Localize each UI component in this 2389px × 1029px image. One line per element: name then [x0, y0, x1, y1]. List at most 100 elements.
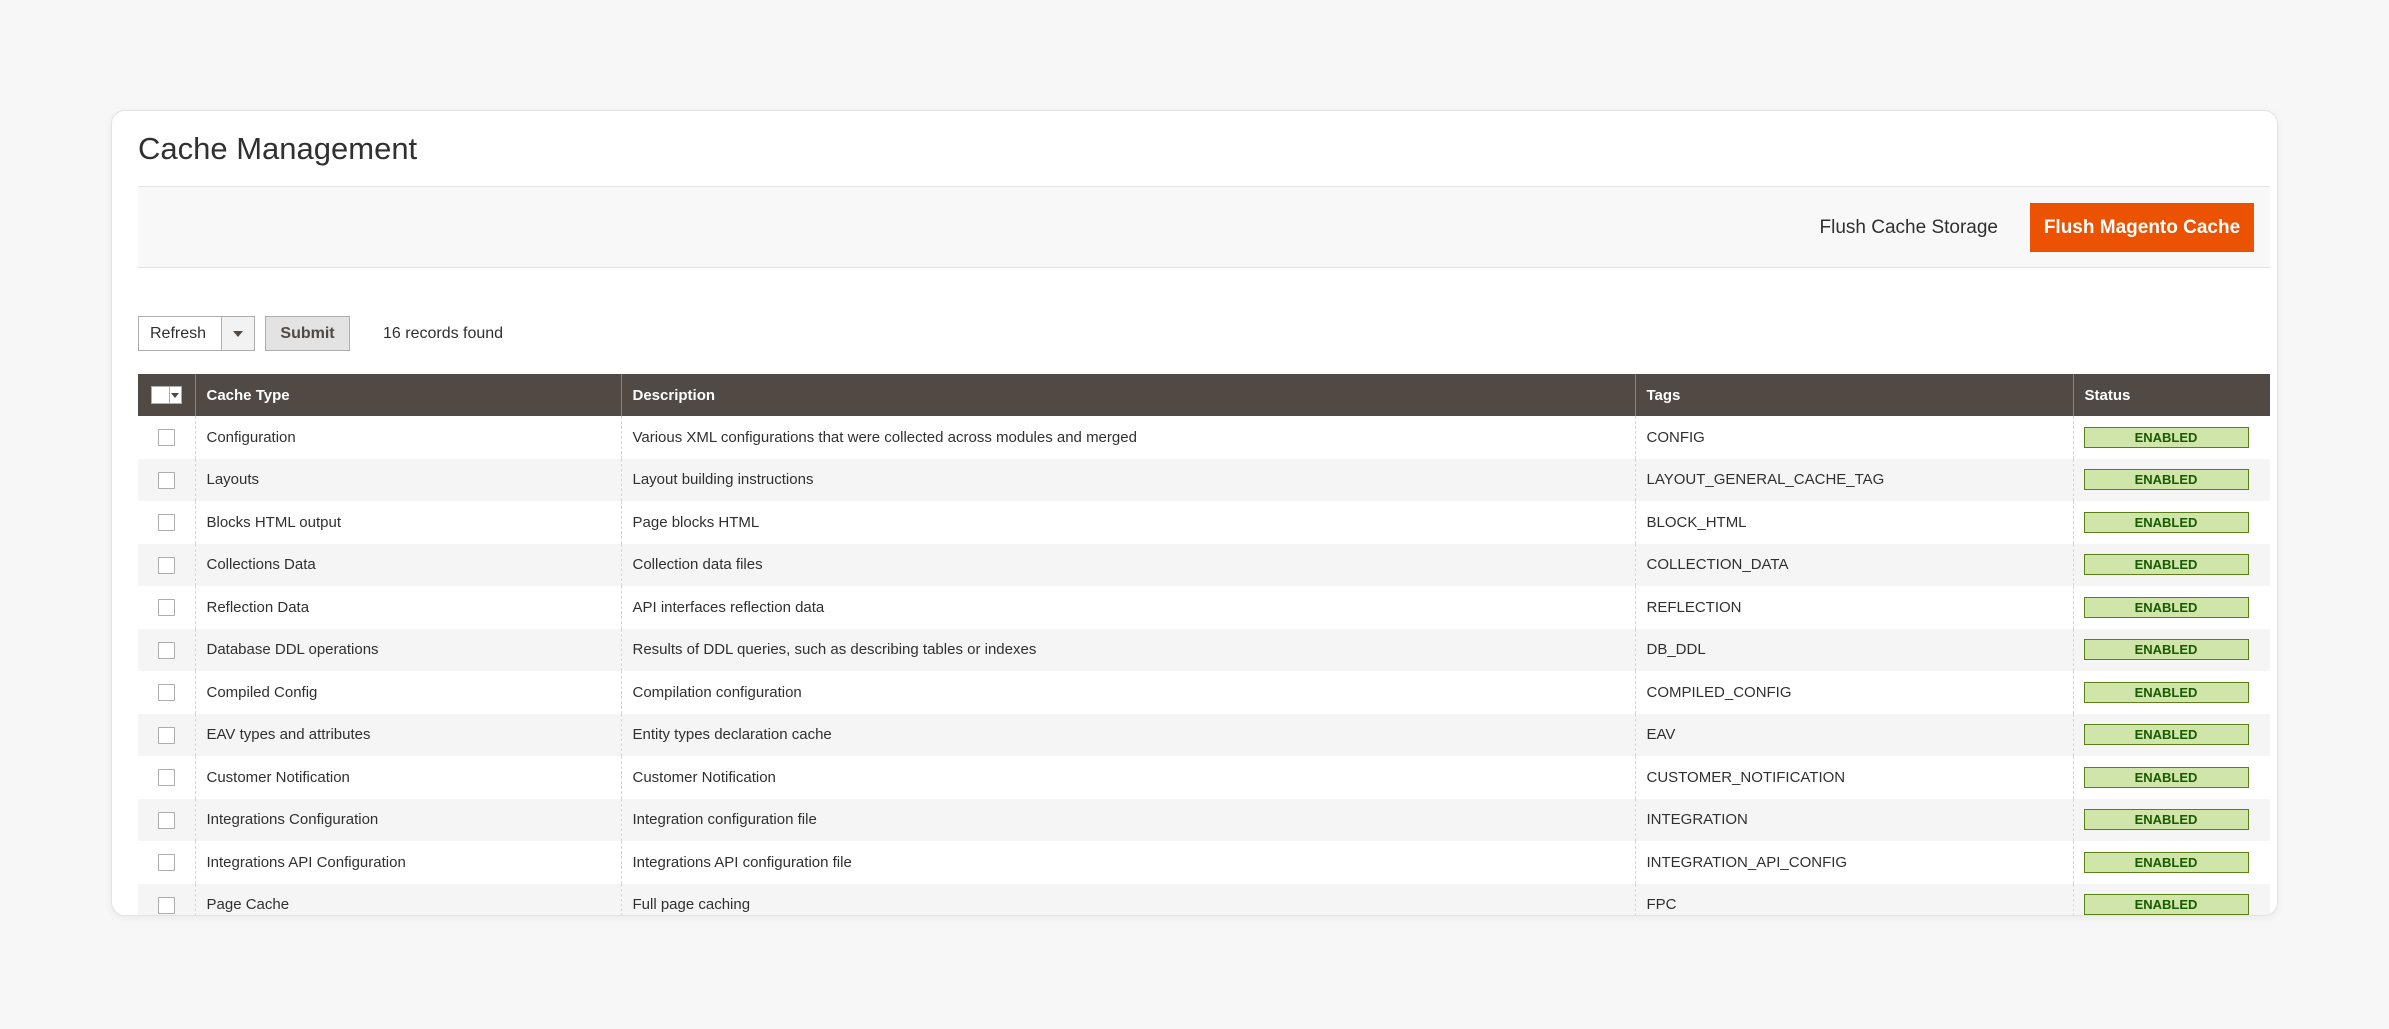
row-checkbox[interactable] — [157, 684, 175, 702]
table-row[interactable]: Reflection Data API interfaces reflection… — [138, 586, 2270, 629]
column-header-cache-type[interactable]: Cache Type — [194, 374, 621, 416]
table-row[interactable]: Layouts Layout building instructions LAYOU… — [138, 458, 2270, 501]
table-row[interactable]: Configuration Various XML configurations … — [138, 416, 2270, 459]
cell-tags: COMPILED_CONFIG — [1634, 671, 2073, 714]
mass-select-header — [138, 374, 195, 416]
table-row[interactable]: EAV types and attributes Entity types dec… — [138, 713, 2270, 756]
cell-tags: FPC — [1634, 883, 2073, 915]
cell-tags: REFLECTION — [1634, 586, 2073, 629]
column-header-tags[interactable]: Tags — [1634, 374, 2073, 416]
row-checkbox[interactable] — [157, 429, 175, 447]
cell-cache-type: Blocks HTML output — [194, 501, 621, 544]
row-checkbox[interactable] — [157, 514, 175, 532]
row-checkbox-cell — [138, 416, 195, 459]
cell-status: ENABLED — [2072, 586, 2270, 629]
row-checkbox-cell — [138, 713, 195, 756]
table-row[interactable]: Collections Data Collection data files COL… — [138, 543, 2270, 586]
row-checkbox[interactable] — [157, 641, 175, 659]
cell-tags: INTEGRATION — [1634, 798, 2073, 841]
cache-grid: Cache Type Description Tags Status Confi… — [138, 374, 2270, 915]
status-badge: ENABLED — [2083, 639, 2249, 661]
row-checkbox[interactable] — [157, 854, 175, 872]
chevron-down-icon[interactable] — [222, 317, 254, 350]
grid-body: Configuration Various XML configurations … — [138, 416, 2270, 915]
row-checkbox-cell — [138, 671, 195, 714]
status-badge: ENABLED — [2083, 766, 2249, 788]
grid-header: Cache Type Description Tags Status — [138, 374, 2270, 416]
cell-status: ENABLED — [2072, 543, 2270, 586]
cell-tags: COLLECTION_DATA — [1634, 543, 2073, 586]
row-checkbox-cell — [138, 798, 195, 841]
mass-select-dropdown[interactable] — [150, 386, 182, 405]
cell-description: Results of DDL queries, such as describi… — [620, 628, 1635, 671]
row-checkbox[interactable] — [157, 726, 175, 744]
cell-description: Integration configuration file — [620, 798, 1635, 841]
column-header-description[interactable]: Description — [620, 374, 1635, 416]
cell-description: Integrations API configuration file — [620, 841, 1635, 884]
cell-tags: DB_DDL — [1634, 628, 2073, 671]
status-badge: ENABLED — [2083, 681, 2249, 703]
row-checkbox-cell — [138, 458, 195, 501]
table-row[interactable]: Database DDL operations Results of DDL qu… — [138, 628, 2270, 671]
cell-status: ENABLED — [2072, 841, 2270, 884]
cell-cache-type: Page Cache — [194, 883, 621, 915]
records-found-count: 16 records found — [383, 325, 504, 342]
status-badge: ENABLED — [2083, 511, 2249, 533]
chevron-down-icon[interactable] — [168, 387, 181, 404]
row-checkbox[interactable] — [157, 556, 175, 574]
cell-description: Layout building instructions — [620, 458, 1635, 501]
table-row[interactable]: Blocks HTML output Page blocks HTML BLOCK_… — [138, 501, 2270, 544]
cell-cache-type: Reflection Data — [194, 586, 621, 629]
page-title: Cache Management — [138, 131, 418, 166]
cell-status: ENABLED — [2072, 501, 2270, 544]
cell-description: Entity types declaration cache — [620, 713, 1635, 756]
table-row[interactable]: Customer Notification Customer Notificati… — [138, 756, 2270, 799]
cell-tags: EAV — [1634, 713, 2073, 756]
mass-select-checkbox[interactable] — [151, 387, 169, 404]
table-row[interactable]: Page Cache Full page caching FPC ENABLED — [138, 883, 2270, 915]
row-checkbox[interactable] — [157, 896, 175, 914]
cell-cache-type: EAV types and attributes — [194, 713, 621, 756]
status-badge: ENABLED — [2083, 469, 2249, 491]
cell-status: ENABLED — [2072, 713, 2270, 756]
status-badge: ENABLED — [2083, 894, 2249, 915]
cell-tags: CUSTOMER_NOTIFICATION — [1634, 756, 2073, 799]
row-checkbox[interactable] — [157, 769, 175, 787]
cell-cache-type: Layouts — [194, 458, 621, 501]
cell-description: Page blocks HTML — [620, 501, 1635, 544]
cell-tags: LAYOUT_GENERAL_CACHE_TAG — [1634, 458, 2073, 501]
cell-status: ENABLED — [2072, 458, 2270, 501]
row-checkbox-cell — [138, 841, 195, 884]
cell-status: ENABLED — [2072, 671, 2270, 714]
cell-description: Full page caching — [620, 883, 1635, 915]
cell-description: API interfaces reflection data — [620, 586, 1635, 629]
status-badge: ENABLED — [2083, 724, 2249, 746]
cell-cache-type: Customer Notification — [194, 756, 621, 799]
table-row[interactable]: Compiled Config Compilation configuration… — [138, 671, 2270, 714]
cell-status: ENABLED — [2072, 798, 2270, 841]
row-checkbox[interactable] — [157, 599, 175, 617]
submit-button[interactable]: Submit — [265, 316, 350, 351]
cell-status: ENABLED — [2072, 416, 2270, 459]
mass-action-select[interactable]: Refresh — [138, 316, 255, 351]
status-badge: ENABLED — [2083, 596, 2249, 618]
cell-cache-type: Database DDL operations — [194, 628, 621, 671]
table-row[interactable]: Integrations Configuration Integration co… — [138, 798, 2270, 841]
row-checkbox-cell — [138, 543, 195, 586]
row-checkbox[interactable] — [157, 471, 175, 489]
table-row[interactable]: Integrations API Configuration Integratio… — [138, 841, 2270, 884]
flush-cache-storage-button[interactable]: Flush Cache Storage — [1820, 187, 1999, 269]
cell-cache-type: Integrations Configuration — [194, 798, 621, 841]
cell-tags: CONFIG — [1634, 416, 2073, 459]
cache-management-panel: Cache Management Flush Cache Storage Flu… — [111, 110, 2278, 916]
row-checkbox[interactable] — [157, 811, 175, 829]
mass-action-select-value: Refresh — [139, 317, 222, 350]
column-header-status[interactable]: Status — [2072, 374, 2270, 416]
row-checkbox-cell — [138, 586, 195, 629]
row-checkbox-cell — [138, 628, 195, 671]
row-checkbox-cell — [138, 883, 195, 915]
flush-magento-cache-button[interactable]: Flush Magento Cache — [2030, 203, 2254, 252]
cell-status: ENABLED — [2072, 883, 2270, 915]
cell-tags: BLOCK_HTML — [1634, 501, 2073, 544]
cell-description: Collection data files — [620, 543, 1635, 586]
